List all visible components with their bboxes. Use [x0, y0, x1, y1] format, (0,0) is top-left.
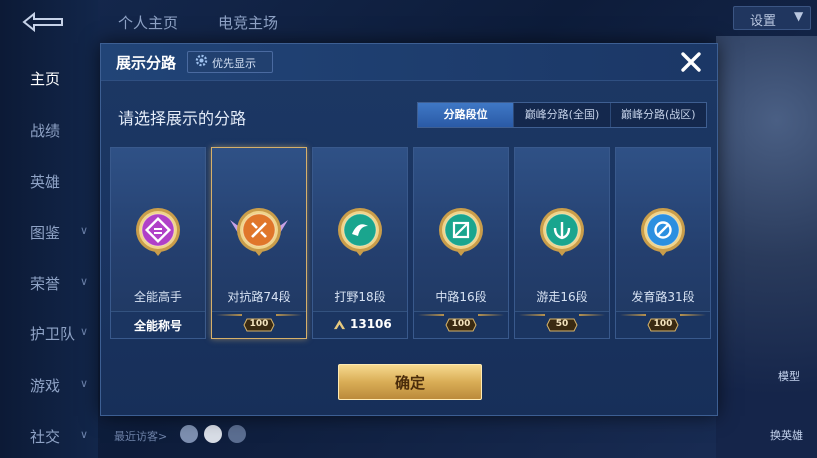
title-label: 全能称号 — [133, 319, 182, 333]
jungle-emblem-icon — [338, 208, 382, 256]
rank-badge: 100 — [647, 318, 679, 332]
clash-lane-emblem-icon — [230, 208, 288, 256]
chevron-down-icon: ∨ — [80, 325, 89, 338]
chevron-down-icon: ▼ — [794, 9, 804, 23]
chevron-down-icon: ∨ — [80, 428, 89, 441]
lane-rank-label: 全能高手 — [133, 290, 182, 304]
rank-stars-value: 100 — [451, 319, 471, 329]
peak-score-icon — [333, 319, 346, 330]
chevron-down-icon: ∨ — [80, 377, 89, 390]
lane-card[interactable]: 游走16段 50 — [514, 147, 610, 339]
tab-peak-lane-national[interactable]: 巅峰分路(全国) — [514, 103, 611, 127]
nav-item-label: 护卫队 — [30, 325, 76, 343]
all-round-emblem-icon — [136, 208, 180, 256]
rank-wing-right — [478, 314, 504, 316]
lane-card[interactable]: 中路16段 100 — [413, 147, 509, 339]
tab-peak-lane-region[interactable]: 巅峰分路(战区) — [611, 103, 706, 127]
back-button[interactable] — [18, 8, 68, 36]
rank-wing-left — [620, 314, 646, 316]
lane-card[interactable]: 全能高手 全能称号 — [110, 147, 206, 339]
tab-esports[interactable]: 电竞主场 — [218, 12, 278, 33]
nav-item-label: 游戏 — [30, 377, 61, 395]
lane-card-footer: 13106 — [313, 311, 407, 338]
lane-card-footer: 全能称号 — [111, 311, 205, 338]
lane-tabs: 分路段位 巅峰分路(全国) 巅峰分路(战区) — [417, 102, 707, 128]
nav-item-label: 英雄 — [30, 173, 61, 191]
farm-lane-emblem-icon — [641, 208, 685, 256]
lane-rank-label: 中路16段 — [435, 290, 487, 304]
visitor-avatar[interactable] — [180, 425, 198, 443]
lane-card-footer: 100 — [414, 311, 508, 338]
lane-card[interactable]: 发育路31段 100 — [615, 147, 711, 339]
lane-display-dialog: 展示分路 优先显示 请选择展示的分路 分路段位 巅峰分路(全国) 巅峰分路(战区… — [100, 43, 718, 416]
priority-display-button[interactable]: 优先显示 — [187, 51, 273, 73]
chevron-down-icon: ∨ — [80, 275, 89, 288]
lane-rank-label: 打野18段 — [334, 290, 386, 304]
rank-badge: 100 — [445, 318, 477, 332]
nav-item-label: 战绩 — [30, 122, 61, 140]
lane-card[interactable]: 对抗路74段 100 — [211, 147, 307, 339]
settings-button[interactable]: 设置 ▼ — [733, 6, 811, 30]
rank-stars-value: 50 — [555, 319, 569, 329]
rank-badge: 100 — [243, 318, 275, 332]
back-arrow-icon — [22, 11, 63, 33]
nav-item-label: 图鉴 — [30, 224, 61, 242]
lane-card-footer: 50 — [515, 311, 609, 338]
confirm-button[interactable]: 确定 — [338, 364, 482, 400]
rank-badge: 50 — [546, 318, 578, 332]
lane-card-footer: 100 — [212, 311, 306, 338]
dialog-title: 展示分路 — [116, 54, 177, 72]
settings-label: 设置 — [750, 14, 777, 29]
rank-wing-right — [579, 314, 605, 316]
mid-lane-emblem-icon — [439, 208, 483, 256]
nav-item-label: 荣誉 — [30, 275, 61, 293]
tab-profile[interactable]: 个人主页 — [118, 12, 178, 33]
visitor-avatar[interactable] — [204, 425, 222, 443]
nav-item-label: 社交 — [30, 428, 61, 446]
peak-score-value: 13106 — [350, 317, 392, 331]
lane-card[interactable]: 打野18段 13106 — [312, 147, 408, 339]
rank-wing-right — [276, 314, 302, 316]
lane-rank-label: 对抗路74段 — [227, 290, 291, 304]
roam-emblem-icon — [540, 208, 584, 256]
lane-card-footer: 100 — [616, 311, 710, 338]
gear-icon — [195, 54, 208, 67]
change-hero-button[interactable]: 换英雄 — [770, 427, 803, 443]
rank-stars-value: 100 — [653, 319, 673, 329]
rank-wing-left — [418, 314, 444, 316]
rank-wing-left — [216, 314, 242, 316]
recent-visitors-link[interactable]: 最近访客> — [114, 428, 167, 444]
rank-wing-right — [680, 314, 706, 316]
dialog-title-bar: 展示分路 优先显示 — [101, 44, 717, 81]
rank-wing-left — [519, 314, 545, 316]
hero-portrait — [716, 36, 817, 458]
lane-select-prompt: 请选择展示的分路 — [118, 109, 247, 128]
tab-lane-rank[interactable]: 分路段位 — [418, 103, 515, 127]
lane-rank-label: 发育路31段 — [631, 290, 695, 304]
lane-rank-label: 游走16段 — [536, 290, 588, 304]
chevron-down-icon: ∨ — [80, 224, 89, 237]
rank-stars-value: 100 — [249, 319, 269, 329]
model-button[interactable]: 模型 — [778, 368, 800, 384]
confirm-label: 确定 — [394, 374, 425, 392]
nav-item-label: 主页 — [30, 70, 61, 88]
visitor-avatar[interactable] — [228, 425, 246, 443]
priority-display-label: 优先显示 — [212, 57, 256, 70]
close-icon[interactable] — [679, 50, 703, 74]
